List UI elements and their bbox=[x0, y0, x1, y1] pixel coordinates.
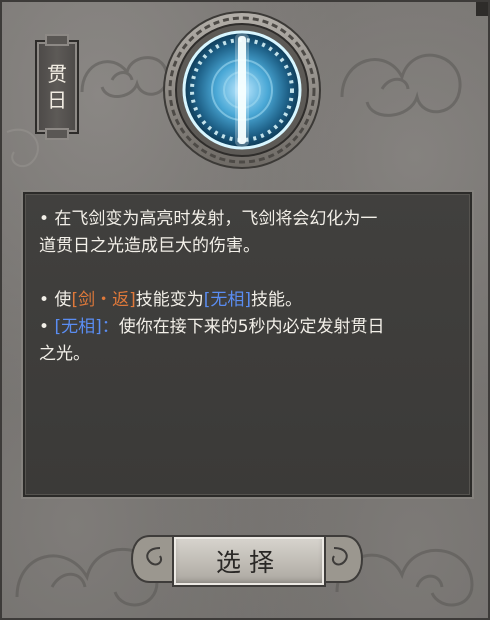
skill-emblem bbox=[162, 10, 322, 170]
skill-name-wuxiang: [无相] bbox=[203, 290, 251, 310]
description-line-1: • 在飞剑变为高亮时发射，飞剑将会幻化为一 bbox=[39, 209, 378, 229]
select-button[interactable]: 选择 bbox=[172, 535, 326, 587]
description-wuxiang-effect: • [无相]：使你在接下来的5秒内必定发射贯日 bbox=[39, 314, 456, 341]
skill-change-middle: 技能变为 bbox=[135, 290, 204, 310]
skill-description-box: • 在飞剑变为高亮时发射，飞剑将会幻化为一 道贯日之光造成巨大的伤害。 • 使[… bbox=[23, 192, 472, 497]
description-wuxiang-line-2: 之光。 bbox=[39, 344, 90, 364]
button-ornament-left-icon bbox=[130, 535, 174, 583]
sword-of-light-emblem-icon bbox=[163, 11, 321, 169]
description-skill-change: • 使[剑・返]技能变为[无相]技能。 bbox=[39, 287, 456, 314]
skill-card-panel: 贯 日 • 在飞剑变为高亮时发射，飞剑将会幻化为一 道贯日之光造成巨大的伤害。 … bbox=[0, 0, 490, 620]
wuxiang-prefix: • bbox=[39, 317, 55, 337]
skill-name-jian-fan: [剑・返] bbox=[71, 290, 136, 310]
skill-title-char-1: 贯 bbox=[47, 62, 67, 86]
cloud-ornament-top-right bbox=[340, 53, 462, 117]
wuxiang-skill-label: [无相]： bbox=[54, 317, 119, 337]
description-line-2: 道贯日之光造成巨大的伤害。 bbox=[39, 236, 260, 256]
wuxiang-effect-text: 使你在接下来的5秒内必定发射贯日 bbox=[118, 317, 385, 337]
skill-title-char-2: 日 bbox=[47, 88, 67, 112]
skill-change-prefix: • 使 bbox=[39, 290, 72, 310]
skill-title-plaque: 贯 日 bbox=[35, 34, 79, 140]
skill-change-suffix: 技能。 bbox=[250, 290, 302, 310]
corner-notch bbox=[476, 2, 488, 16]
